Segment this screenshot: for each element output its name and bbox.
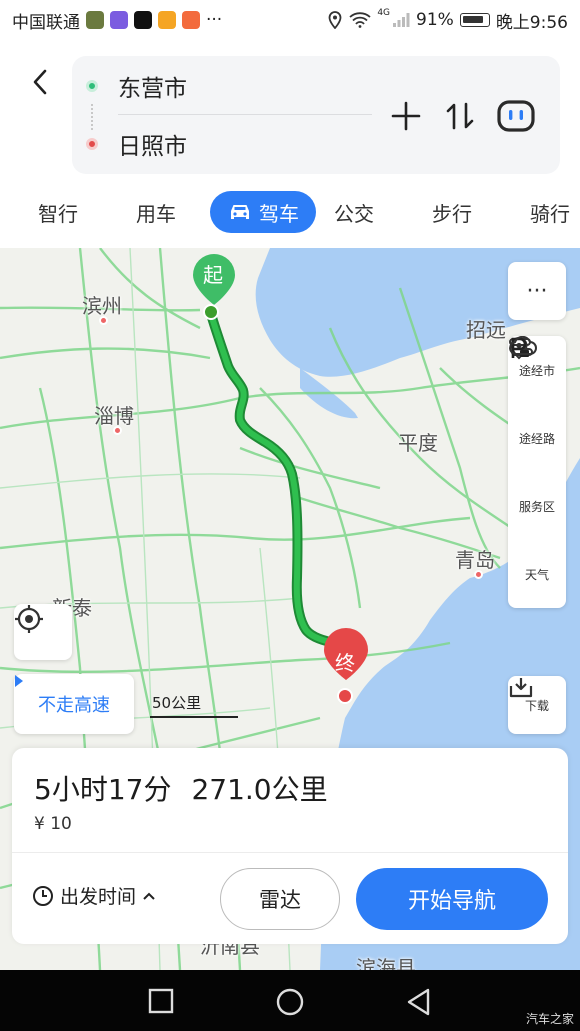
route-summary: 5小时17分 271.0公里	[34, 768, 328, 808]
wifi-icon	[349, 12, 371, 28]
city-dot	[113, 426, 122, 435]
route-distance: 271.0公里	[191, 773, 328, 806]
origin-name: 东营市	[118, 76, 187, 102]
status-bar: 中国联通 ··· 4G 91% 晚上9:56	[0, 0, 580, 40]
back-arrow-icon	[33, 69, 47, 95]
travel-mode-tabs: 智行 用车 驾车 公交 步行 骑行	[0, 190, 580, 234]
departure-time-label: 出发时间	[60, 886, 137, 908]
route-toll: ¥ 10	[34, 814, 72, 834]
video-app-icon	[182, 11, 200, 29]
origin-dot-icon	[86, 80, 98, 92]
more-tools-panel: ···	[508, 262, 566, 320]
city-dot	[474, 570, 483, 579]
destination-name: 日照市	[118, 134, 187, 160]
tab-transit[interactable]: 公交	[334, 191, 374, 233]
tab-walk[interactable]: 步行	[432, 191, 472, 233]
back-icon[interactable]	[406, 988, 432, 1016]
locate-me-button[interactable]	[14, 604, 72, 660]
city-label: 滨海县	[356, 956, 416, 970]
crosshair-icon	[15, 605, 43, 633]
recent-apps-icon[interactable]	[148, 988, 174, 1014]
system-navigation-bar: 汽车之家	[0, 970, 580, 1031]
swap-route-button[interactable]	[440, 96, 480, 136]
download-button[interactable]: 下载	[508, 676, 566, 734]
home-icon[interactable]	[276, 988, 304, 1016]
route-result-card[interactable]: 5小时17分 271.0公里 ¥ 10 出发时间 雷达 开始导航	[12, 748, 568, 944]
map-app-icon	[86, 11, 104, 29]
more-tools-button[interactable]: ···	[508, 262, 566, 320]
route-duration: 5小时17分	[34, 773, 172, 806]
route-tools-panel: 途经市 途经路 服务区 天气	[508, 336, 566, 608]
city-dot	[99, 316, 108, 325]
download-icon	[509, 678, 533, 698]
city-label: 滨州	[82, 294, 122, 318]
tiktok-icon	[134, 11, 152, 29]
network-type: 4G	[377, 7, 391, 18]
via-road-button[interactable]: 途经路	[508, 338, 566, 472]
service-area-button[interactable]: 服务区	[508, 337, 566, 540]
play-arrow-icon	[15, 675, 23, 687]
back-button[interactable]	[22, 62, 58, 102]
city-label: 平度	[398, 431, 438, 455]
clock-icon	[33, 885, 53, 906]
signal-icon	[393, 13, 410, 27]
divider	[12, 852, 568, 853]
battery-percent: 91%	[416, 10, 454, 30]
marker-end-label: 终	[335, 651, 355, 675]
app-icon	[110, 11, 128, 29]
city-label: 青岛	[455, 548, 495, 572]
voice-assistant-icon	[497, 100, 535, 132]
assistant-button[interactable]	[496, 96, 536, 136]
app-icon	[158, 11, 176, 29]
radar-button[interactable]: 雷达	[220, 868, 340, 930]
marker-start-label: 起	[203, 263, 223, 287]
download-panel: 下载	[508, 676, 566, 734]
tab-smart[interactable]: 智行	[38, 191, 78, 233]
tab-drive[interactable]: 驾车	[210, 191, 316, 233]
clock: 晚上9:56	[495, 12, 568, 33]
start-navigation-button[interactable]: 开始导航	[356, 868, 548, 930]
chevron-up-icon	[143, 892, 155, 900]
origin-field[interactable]: 东营市	[86, 68, 187, 104]
tab-bike[interactable]: 骑行	[530, 191, 570, 233]
map-scale: 50公里	[150, 692, 238, 718]
add-waypoint-button[interactable]	[386, 96, 426, 136]
city-label: 淄博	[94, 404, 134, 428]
route-header: 东营市 日照市 智行 用车 驾车 公交 步行 骑行	[0, 40, 580, 248]
destination-dot-icon	[86, 138, 98, 150]
location-icon	[328, 11, 342, 29]
divider	[118, 114, 372, 115]
destination-field[interactable]: 日照市	[86, 126, 187, 162]
more-notifications: ···	[206, 10, 223, 30]
departure-time-button[interactable]: 出发时间	[32, 882, 156, 909]
car-icon	[231, 205, 249, 219]
city-label: 招远	[466, 318, 506, 342]
swap-icon	[446, 102, 474, 130]
avoid-highway-button[interactable]: 不走高速	[14, 674, 134, 734]
plus-icon	[391, 101, 421, 131]
weather-button[interactable]: 天气	[508, 336, 566, 608]
watermark: 汽车之家	[525, 1012, 574, 1026]
cloud-icon	[509, 336, 537, 355]
carrier-label: 中国联通	[12, 12, 80, 33]
route-input-box: 东营市 日照市	[72, 56, 560, 174]
avoid-highway-label: 不走高速	[38, 695, 110, 716]
battery-icon	[459, 13, 490, 27]
tab-ride-hailing[interactable]: 用车	[136, 191, 176, 233]
